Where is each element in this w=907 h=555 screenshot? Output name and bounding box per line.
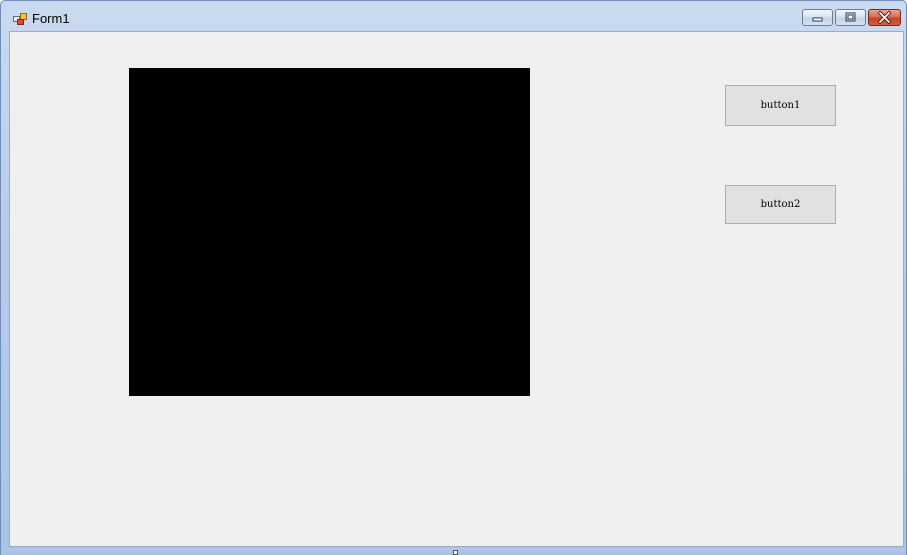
- button1[interactable]: button1: [725, 85, 836, 126]
- minimize-button[interactable]: [802, 9, 833, 26]
- form1-window: Form1 button1 button2: [0, 0, 907, 555]
- maximize-button[interactable]: [835, 9, 866, 26]
- app-icon: [13, 12, 27, 25]
- resize-handle[interactable]: [453, 550, 458, 555]
- button2[interactable]: button2: [725, 185, 836, 224]
- close-button[interactable]: [868, 9, 901, 26]
- picture-box[interactable]: [129, 68, 530, 396]
- minimize-icon: [812, 17, 823, 22]
- close-icon: [877, 10, 892, 25]
- caption-buttons: [802, 9, 901, 27]
- maximize-icon: [845, 12, 856, 22]
- window-title: Form1: [32, 11, 70, 26]
- form-client-area: button1 button2: [9, 31, 904, 547]
- title-bar[interactable]: Form1: [1, 1, 906, 30]
